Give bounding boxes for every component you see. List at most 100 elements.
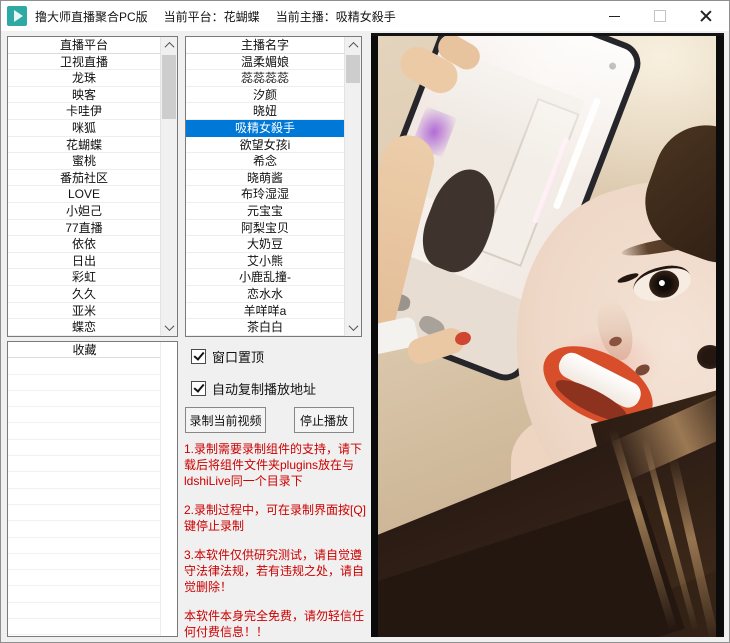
platform-listbox: 直播平台 卫视直播龙珠映客卡哇伊咪狐花蝴蝶蜜桃番茄社区LOVE小妲己77直播依依… [7,36,178,337]
checkmark-icon [193,349,204,361]
notice-paragraph: 2.录制过程中，可在录制界面按[Q]键停止录制 [184,502,366,534]
streamer-item[interactable]: 阿梨宝贝 [186,220,344,237]
platform-item[interactable]: 亚米 [8,303,160,320]
app-title: 撸大师直播聚合PC版 [35,8,148,25]
streamer-item[interactable]: 小鹿乱撞- [186,269,344,286]
favorite-empty-row [8,358,161,374]
scroll-up-icon[interactable] [345,37,362,54]
scroll-down-icon[interactable] [161,319,178,336]
auto-copy-url-option[interactable]: 自动复制播放地址 [191,379,316,398]
favorite-empty-row [8,554,161,570]
favorite-empty-row [8,440,161,456]
platform-scrollbar[interactable] [160,37,177,336]
streamer-item[interactable]: 布玲湿湿 [186,186,344,203]
close-button[interactable] [683,1,729,31]
favorite-empty-row [8,538,161,554]
streamer-item[interactable]: 汐颜 [186,87,344,104]
video-letterbox-bar [371,33,378,637]
video-letterbox-bar [716,33,724,637]
favorites-list: 收藏 [8,342,161,636]
platform-list-header: 直播平台 [8,37,160,54]
streamer-item[interactable]: 羊咩咩a [186,303,344,320]
streamer-item[interactable]: 元宝宝 [186,203,344,220]
streamer-item[interactable]: 吸精女殺手 [186,120,344,137]
platform-item[interactable]: 映客 [8,87,160,104]
streamer-item[interactable]: 欲望女孩i [186,137,344,154]
app-window: 撸大师直播聚合PC版 当前平台：花蝴蝶 当前主播：吸精女殺手 直播平台 卫视直播… [0,0,730,643]
streamer-item[interactable]: 希念 [186,153,344,170]
chevron-down-icon [165,321,175,331]
favorite-empty-row [8,456,161,472]
current-streamer-label: 当前主播：吸精女殺手 [276,8,396,25]
streamer-item[interactable]: 蕊蕊蕊蕊 [186,70,344,87]
streamer-item[interactable]: 大奶豆 [186,236,344,253]
chevron-up-icon [349,42,359,52]
maximize-button [637,1,683,31]
favorite-empty-row [8,603,161,619]
platform-item[interactable]: 蝶恋 [8,319,160,336]
checkmark-icon [193,381,204,393]
notice-paragraph: 1.录制需要录制组件的支持，请下载后将组件文件夹plugins放在与ldshiL… [184,441,366,489]
platform-item[interactable]: 彩虹 [8,269,160,286]
streamer-listbox: 主播名字 温柔媚娘蕊蕊蕊蕊汐颜晓妞吸精女殺手欲望女孩i希念晓萌酱布玲湿湿元宝宝阿… [185,36,362,337]
streamer-item[interactable]: 艾小熊 [186,253,344,270]
scrollbar-thumb[interactable] [162,55,176,119]
scrollbar-thumb[interactable] [346,55,360,83]
chevron-up-icon [165,42,175,52]
platform-item[interactable]: 龙珠 [8,70,160,87]
notice-paragraph: 3.本软件仅供研究测试，请自觉遵守法律法规，若有违规之处，请自觉删除！ [184,547,366,595]
platform-item[interactable]: 咪狐 [8,120,160,137]
streamer-scrollbar[interactable] [344,37,361,336]
platform-item[interactable]: 依依 [8,236,160,253]
stop-playback-button[interactable]: 停止播放 [294,407,354,433]
platform-item[interactable]: 小妲己 [8,203,160,220]
favorite-empty-row [8,375,161,391]
scroll-down-icon[interactable] [345,319,362,336]
close-icon [700,10,712,22]
favorite-empty-row [8,391,161,407]
scroll-up-icon[interactable] [161,37,178,54]
streamer-item[interactable]: 晓萌酱 [186,170,344,187]
platform-list: 直播平台 卫视直播龙珠映客卡哇伊咪狐花蝴蝶蜜桃番茄社区LOVE小妲己77直播依依… [8,37,160,336]
platform-item[interactable]: 77直播 [8,220,160,237]
streamer-list: 主播名字 温柔媚娘蕊蕊蕊蕊汐颜晓妞吸精女殺手欲望女孩i希念晓萌酱布玲湿湿元宝宝阿… [186,37,344,336]
play-triangle-icon [14,10,23,22]
window-controls [591,1,729,31]
auto-copy-url-label: 自动复制播放地址 [212,379,316,398]
always-on-top-checkbox[interactable] [191,349,206,364]
current-platform-label: 当前平台：花蝴蝶 [164,8,260,25]
streamer-item[interactable]: 恋水水 [186,286,344,303]
video-top-edge [371,33,724,36]
platform-item[interactable]: 久久 [8,286,160,303]
minimize-button[interactable] [591,1,637,31]
notice-paragraph: 本软件本身完全免费，请勿轻信任何付费信息！！ [184,608,366,640]
streamer-item[interactable]: 茶白白 [186,319,344,336]
streamer-item[interactable]: 晓妞 [186,103,344,120]
favorite-empty-row [8,505,161,521]
favorite-empty-row [8,489,161,505]
favorite-empty-row [8,472,161,488]
app-logo-play-icon [7,6,27,26]
platform-item[interactable]: 日出 [8,253,160,270]
streamer-item[interactable]: 温柔媚娘 [186,54,344,71]
platform-item[interactable]: 蜜桃 [8,153,160,170]
always-on-top-option[interactable]: 窗口置顶 [191,347,264,366]
platform-item[interactable]: LOVE [8,186,160,203]
favorite-empty-row [8,619,161,635]
favorites-scroll-area [160,342,177,636]
favorite-empty-row [8,570,161,586]
titlebar: 撸大师直播聚合PC版 当前平台：花蝴蝶 当前主播：吸精女殺手 [1,1,729,31]
favorite-empty-row [8,586,161,602]
record-current-video-button[interactable]: 录制当前视频 [185,407,266,433]
chevron-down-icon [349,321,359,331]
auto-copy-url-checkbox[interactable] [191,381,206,396]
streamer-list-header: 主播名字 [186,37,344,54]
always-on-top-label: 窗口置顶 [212,347,264,366]
platform-item[interactable]: 花蝴蝶 [8,137,160,154]
platform-item[interactable]: 卡哇伊 [8,103,160,120]
platform-item[interactable]: 番茄社区 [8,170,160,187]
video-player[interactable] [371,33,724,637]
platform-item[interactable]: 卫视直播 [8,54,160,71]
favorite-empty-row [8,423,161,439]
maximize-icon [654,10,666,22]
